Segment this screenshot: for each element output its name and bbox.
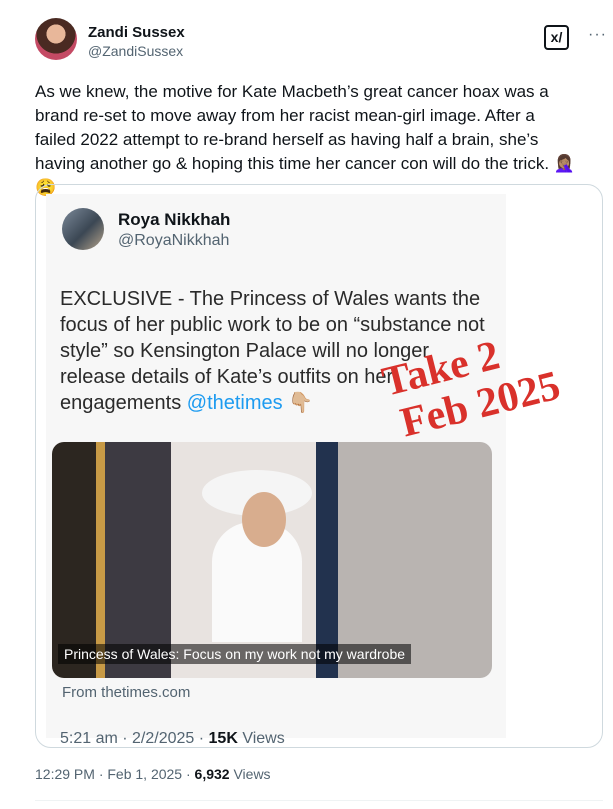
quoted-time: 5:21 am · 2/2/2025 · xyxy=(60,730,209,747)
grok-icon[interactable]: x/ xyxy=(544,25,569,50)
author-avatar[interactable] xyxy=(35,18,77,60)
quoted-views-label: Views xyxy=(237,730,285,747)
carriage-photo[interactable]: Princess of Wales: Focus on my work not … xyxy=(52,442,492,678)
tweet-time[interactable]: 12:29 PM · Feb 1, 2025 · xyxy=(35,766,195,782)
more-options-icon[interactable]: ··· xyxy=(588,26,607,44)
quoted-author-name: Roya Nikkhah xyxy=(118,210,231,229)
mention-link[interactable]: @thetimes xyxy=(187,392,283,414)
quoted-timestamp: 5:21 am · 2/2/2025 · 15K Views xyxy=(60,730,285,747)
tweet-timestamp[interactable]: 12:29 PM · Feb 1, 2025 · 6,932 Views xyxy=(35,766,271,782)
quoted-author-handle: @RoyaNikkhah xyxy=(118,232,230,249)
tweet-text: As we knew, the motive for Kate Macbeth’… xyxy=(35,82,575,197)
views-count: 6,932 xyxy=(194,766,230,782)
image-caption: Princess of Wales: Focus on my work not … xyxy=(58,644,412,664)
link-source[interactable]: From thetimes.com xyxy=(62,684,190,701)
quoted-tweet-card[interactable]: Roya Nikkhah @RoyaNikkhah EXCLUSIVE - Th… xyxy=(35,184,603,748)
views-label: Views xyxy=(229,766,271,782)
quoted-screenshot: Roya Nikkhah @RoyaNikkhah EXCLUSIVE - Th… xyxy=(46,194,565,747)
quoted-author-avatar xyxy=(62,208,104,250)
pointing-down-emoji: 👇🏼 xyxy=(288,392,314,414)
quoted-views-count: 15K xyxy=(208,730,238,747)
author-name[interactable]: Zandi Sussex xyxy=(88,24,185,41)
divider xyxy=(35,800,603,801)
face-shape xyxy=(242,492,286,547)
author-handle[interactable]: @ZandiSussex xyxy=(88,43,183,59)
